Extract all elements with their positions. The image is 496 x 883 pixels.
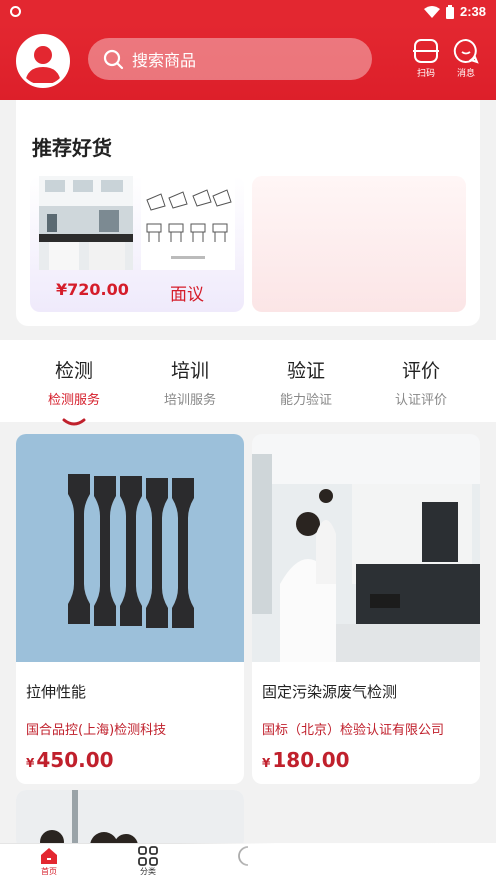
app-notification-icon bbox=[10, 6, 21, 17]
recommend-group: ¥720.00 面议 bbox=[30, 176, 244, 312]
tab-title: 验证 bbox=[286, 360, 325, 382]
recommend-price-2: 面议 bbox=[170, 285, 204, 305]
tab-verification[interactable]: 验证 能力验证 bbox=[244, 356, 368, 408]
nav-home-label: 首页 bbox=[41, 867, 57, 876]
avatar[interactable] bbox=[16, 34, 70, 88]
recommend-section: 推荐好货 ¥720.00 面议 bbox=[16, 100, 480, 326]
home-icon bbox=[41, 848, 57, 864]
product-name: 拉伸性能 bbox=[26, 683, 87, 701]
status-time: 2:38 bbox=[459, 4, 486, 19]
recommend-product-image-lab[interactable] bbox=[39, 176, 133, 270]
product-price: ¥180.00 bbox=[262, 748, 350, 772]
watermark-fade bbox=[180, 843, 496, 883]
header: 搜索商品 扫码 消息 bbox=[0, 24, 496, 100]
tab-evaluation[interactable]: 评价 认证评价 bbox=[359, 356, 483, 408]
tab-subtitle: 能力验证 bbox=[279, 393, 332, 408]
product-image-lab-test bbox=[252, 434, 480, 662]
category-icon bbox=[138, 846, 158, 866]
message-button[interactable]: 消息 bbox=[446, 38, 486, 88]
search-placeholder: 搜索商品 bbox=[132, 51, 197, 70]
product-image-partial bbox=[16, 790, 244, 850]
recommend-price-1: ¥720.00 bbox=[56, 280, 129, 299]
battery-icon bbox=[445, 4, 454, 19]
currency-symbol: ¥ bbox=[26, 756, 35, 770]
price-value: 450.00 bbox=[36, 748, 114, 772]
status-bar: 2:38 bbox=[0, 0, 496, 24]
user-icon bbox=[19, 37, 67, 85]
message-icon bbox=[453, 38, 479, 64]
message-label: 消息 bbox=[456, 69, 475, 79]
tab-subtitle: 培训服务 bbox=[163, 393, 216, 408]
search-bar[interactable]: 搜索商品 bbox=[88, 38, 372, 80]
tab-subtitle: 认证评价 bbox=[394, 393, 447, 408]
product-company: 国合品控(上海)检测科技 bbox=[26, 723, 167, 738]
nav-category[interactable]: 分类 bbox=[118, 846, 178, 877]
recommend-product-image-diagram[interactable] bbox=[141, 176, 235, 270]
product-name: 固定污染源废气检测 bbox=[262, 683, 398, 701]
search-icon bbox=[103, 49, 124, 70]
product-card[interactable]: 固定污染源废气检测 国标（北京）检验认证有限公司 ¥180.00 bbox=[252, 434, 480, 784]
tab-title: 培训 bbox=[170, 360, 209, 382]
product-card-partial[interactable] bbox=[16, 790, 244, 850]
product-image-tensile bbox=[16, 434, 244, 662]
active-tab-indicator bbox=[62, 418, 86, 426]
recommend-placeholder[interactable] bbox=[252, 176, 466, 312]
tab-subtitle: 检测服务 bbox=[47, 393, 100, 408]
tab-training[interactable]: 培训 培训服务 bbox=[128, 356, 252, 408]
tab-title: 评价 bbox=[401, 360, 440, 382]
nav-category-label: 分类 bbox=[140, 867, 156, 876]
wifi-icon bbox=[423, 5, 440, 18]
product-card[interactable]: 拉伸性能 国合品控(上海)检测科技 ¥450.00 bbox=[16, 434, 244, 784]
scan-icon bbox=[413, 39, 439, 63]
nav-home[interactable]: 首页 bbox=[19, 846, 79, 877]
product-price: ¥450.00 bbox=[26, 748, 114, 772]
currency-symbol: ¥ bbox=[262, 756, 271, 770]
recommend-title: 推荐好货 bbox=[32, 136, 112, 160]
price-value: 180.00 bbox=[272, 748, 350, 772]
scan-label: 扫码 bbox=[416, 69, 435, 79]
scan-button[interactable]: 扫码 bbox=[406, 38, 446, 88]
tab-title: 检测 bbox=[54, 360, 93, 382]
service-tabs: 检测 检测服务 培训 培训服务 验证 能力验证 评价 认证评价 bbox=[0, 340, 496, 426]
tab-testing[interactable]: 检测 检测服务 bbox=[12, 356, 136, 426]
product-company: 国标（北京）检验认证有限公司 bbox=[262, 723, 445, 738]
